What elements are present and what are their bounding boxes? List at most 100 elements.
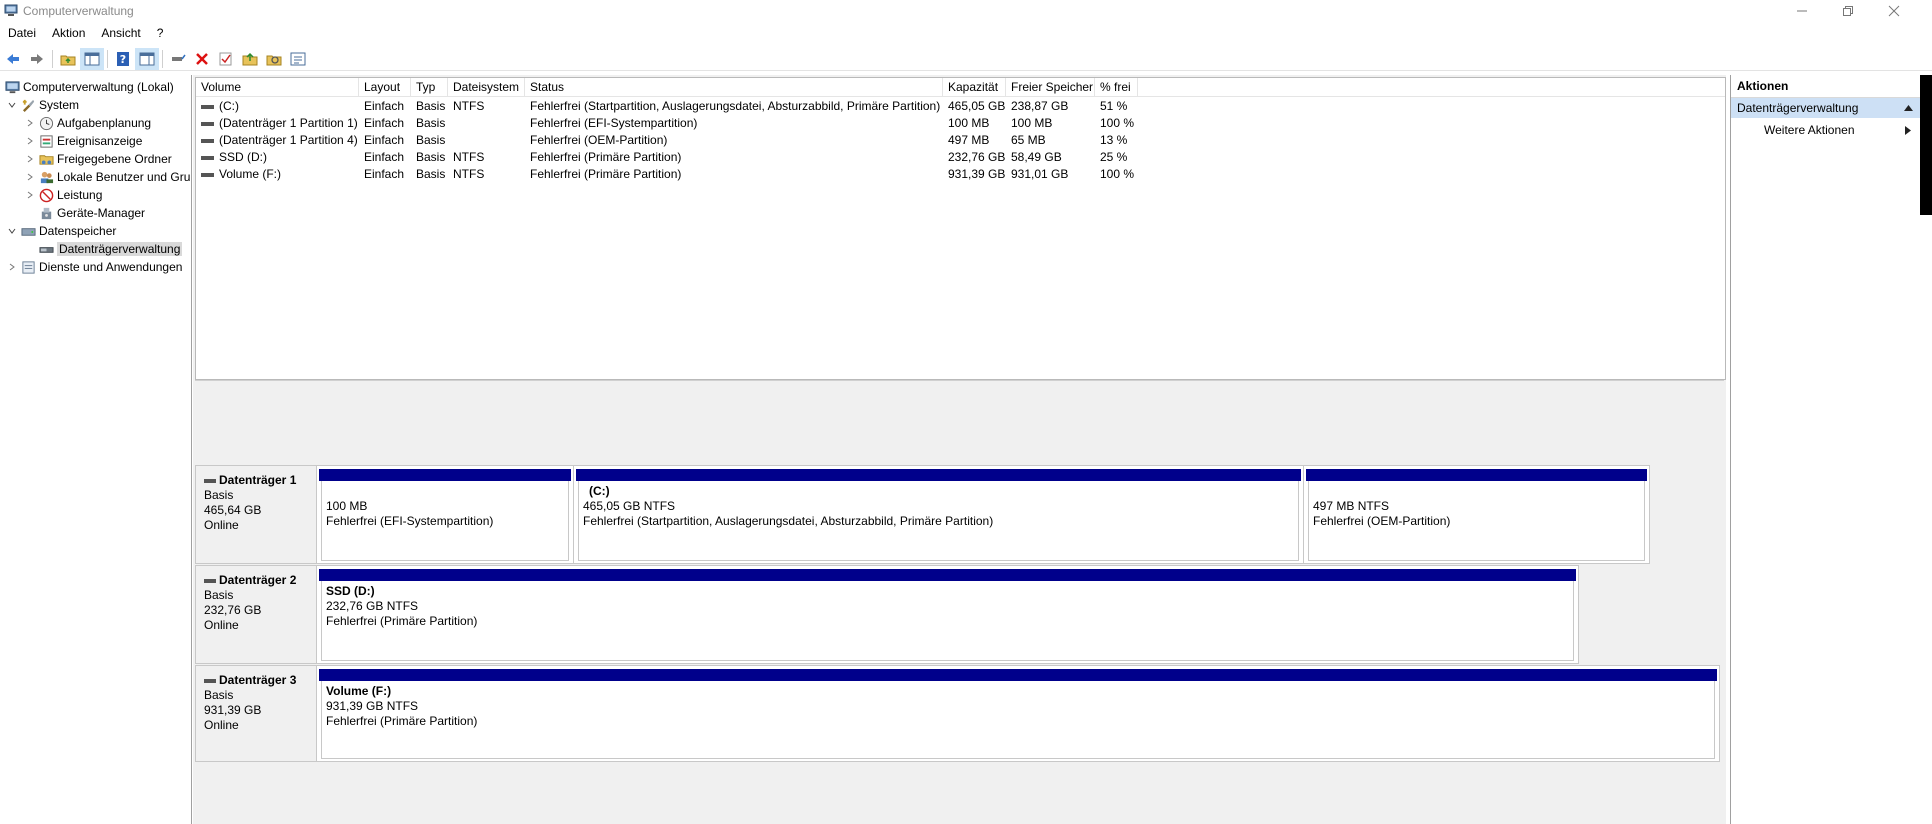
disk-info-3[interactable]: Datenträger 3 Basis 931,39 GB Online — [195, 665, 316, 762]
folder-up-button[interactable] — [238, 48, 262, 70]
tree-item-system[interactable]: System — [6, 96, 79, 114]
partition-size: 100 MB — [326, 499, 368, 513]
column-typ[interactable]: Typ — [411, 78, 448, 96]
column-prozent-frei[interactable]: % frei — [1095, 78, 1138, 96]
table-row[interactable]: (Datenträger 1 Partition 1) Einfach Basi… — [196, 115, 1725, 132]
show-hide-tree-button[interactable] — [80, 48, 104, 70]
up-level-button[interactable] — [56, 48, 80, 70]
search-button[interactable] — [262, 48, 286, 70]
disk-type: Basis — [204, 588, 234, 602]
menu-ansicht[interactable]: Ansicht — [93, 24, 148, 42]
connect-drive-button[interactable] — [166, 48, 190, 70]
tools-icon — [20, 97, 36, 113]
chevron-right-icon[interactable] — [24, 117, 36, 129]
help-button[interactable]: ? — [111, 48, 135, 70]
back-arrow-icon — [7, 54, 19, 64]
tree-item-geraete-manager[interactable]: Geräte-Manager — [38, 204, 145, 222]
disk-type: Basis — [204, 688, 234, 702]
partition-name: Volume (F:) — [326, 684, 392, 698]
cell-typ: Basis — [416, 99, 446, 113]
disk-info-2[interactable]: Datenträger 2 Basis 232,76 GB Online — [195, 565, 316, 664]
disk-partitions-3: Volume (F:) 931,39 GB NTFS Fehlerfrei (P… — [316, 665, 1720, 762]
tree-item-leistung[interactable]: Leistung — [24, 186, 102, 204]
column-kapazitaet[interactable]: Kapazität — [943, 78, 1006, 96]
back-button[interactable] — [1, 48, 25, 70]
chevron-right-icon[interactable] — [24, 171, 36, 183]
tree-item-root[interactable]: Computerverwaltung (Lokal) — [4, 78, 174, 96]
chevron-right-icon[interactable] — [6, 261, 18, 273]
menu-help[interactable]: ? — [149, 24, 172, 42]
tree-item-aufgabenplanung[interactable]: Aufgabenplanung — [24, 114, 151, 132]
main-pane: Volume Layout Typ Dateisystem Status Kap… — [193, 75, 1726, 824]
tree-item-freigegebene-ordner[interactable]: Freigegebene Ordner — [24, 150, 172, 168]
disk-partitions-2: SSD (D:) 232,76 GB NTFS Fehlerfrei (Prim… — [316, 565, 1579, 664]
tree-item-dienste[interactable]: Dienste und Anwendungen — [6, 258, 182, 276]
chevron-right-icon[interactable] — [24, 153, 36, 165]
navigation-tree: Computerverwaltung (Lokal) System Aufgab… — [0, 75, 192, 824]
storage-icon — [20, 223, 36, 239]
tree-label: Datenspeicher — [39, 224, 117, 238]
actions-item-weitere[interactable]: Weitere Aktionen — [1731, 120, 1921, 140]
menu-aktion[interactable]: Aktion — [44, 24, 93, 42]
table-row[interactable]: (C:) Einfach Basis NTFS Fehlerfrei (Star… — [196, 98, 1725, 115]
delete-button[interactable] — [190, 48, 214, 70]
partition-f[interactable]: Volume (F:) 931,39 GB NTFS Fehlerfrei (P… — [317, 666, 1719, 761]
cell-kapazitaet: 100 MB — [948, 116, 990, 130]
tree-item-datenspeicher[interactable]: Datenspeicher — [6, 222, 116, 240]
column-status[interactable]: Status — [525, 78, 943, 96]
tree-item-ereignisanzeige[interactable]: Ereignisanzeige — [24, 132, 142, 150]
cell-typ: Basis — [416, 116, 446, 130]
close-icon — [1888, 5, 1900, 17]
table-row[interactable]: (Datenträger 1 Partition 4) Einfach Basi… — [196, 132, 1725, 149]
partition-bar — [319, 469, 571, 481]
minimize-button[interactable] — [1780, 0, 1824, 22]
tree-item-lokale-benutzer[interactable]: Lokale Benutzer und Gru — [24, 168, 190, 186]
folder-up-icon — [242, 52, 258, 66]
partition-status: Fehlerfrei (Primäre Partition) — [326, 614, 478, 628]
cell-status: Fehlerfrei (OEM-Partition) — [530, 133, 668, 147]
column-dateisystem[interactable]: Dateisystem — [448, 78, 525, 96]
chevron-right-icon[interactable] — [24, 189, 36, 201]
cell-freier-speicher: 931,01 GB — [1011, 167, 1069, 181]
chevron-down-icon[interactable] — [6, 225, 18, 237]
scrollbar-thumb[interactable] — [1920, 75, 1932, 215]
cell-freier-speicher: 100 MB — [1011, 116, 1053, 130]
console-tree-button[interactable] — [135, 48, 159, 70]
menu-datei[interactable]: Datei — [0, 24, 44, 42]
cell-freier-speicher: 58,49 GB — [1011, 150, 1062, 164]
disk-state: Online — [204, 518, 239, 532]
cell-status: Fehlerfrei (EFI-Systempartition) — [530, 116, 698, 130]
chevron-right-icon[interactable] — [24, 135, 36, 147]
check-button[interactable] — [214, 48, 238, 70]
restore-button[interactable] — [1826, 0, 1870, 22]
event-viewer-icon — [38, 133, 54, 149]
tree-label: Geräte-Manager — [57, 206, 146, 220]
disk-name: Datenträger 3 — [219, 673, 297, 687]
partition-status: Fehlerfrei (EFI-Systempartition) — [326, 514, 494, 528]
column-layout[interactable]: Layout — [359, 78, 411, 96]
partition-bar — [1306, 469, 1647, 481]
table-row[interactable]: SSD (D:) Einfach Basis NTFS Fehlerfrei (… — [196, 149, 1725, 166]
table-row[interactable]: Volume (F:) Einfach Basis NTFS Fehlerfre… — [196, 166, 1725, 183]
partition-efi[interactable]: 100 MB Fehlerfrei (EFI-Systempartition) — [317, 466, 574, 563]
column-freier-speicher[interactable]: Freier Speicher — [1006, 78, 1095, 96]
forward-button[interactable] — [25, 48, 49, 70]
disk-info-1[interactable]: Datenträger 1 Basis 465,64 GB Online — [195, 465, 316, 564]
partition-c[interactable]: (C:) 465,05 GB NTFS Fehlerfrei (Startpar… — [574, 466, 1304, 563]
cell-layout: Einfach — [364, 133, 405, 147]
close-button[interactable] — [1872, 0, 1916, 22]
partition-size: 931,39 GB NTFS — [326, 699, 419, 713]
cell-layout: Einfach — [364, 150, 405, 164]
chevron-down-icon[interactable] — [6, 99, 18, 111]
column-volume[interactable]: Volume — [196, 78, 359, 96]
cell-dateisystem: NTFS — [453, 99, 485, 113]
properties-button[interactable] — [286, 48, 310, 70]
partition-d[interactable]: SSD (D:) 232,76 GB NTFS Fehlerfrei (Prim… — [317, 566, 1578, 663]
tree-label: Datenträgerverwaltung — [57, 242, 183, 256]
actions-section-label: Datenträgerverwaltung — [1737, 101, 1859, 115]
tree-item-datentraegerverwaltung[interactable]: Datenträgerverwaltung — [38, 240, 183, 258]
forward-arrow-icon — [31, 54, 43, 64]
actions-section-datentraegerverwaltung[interactable]: Datenträgerverwaltung — [1731, 98, 1921, 118]
cell-kapazitaet: 465,05 GB — [948, 99, 1006, 113]
partition-oem[interactable]: 497 MB NTFS Fehlerfrei (OEM-Partition) — [1304, 466, 1649, 563]
